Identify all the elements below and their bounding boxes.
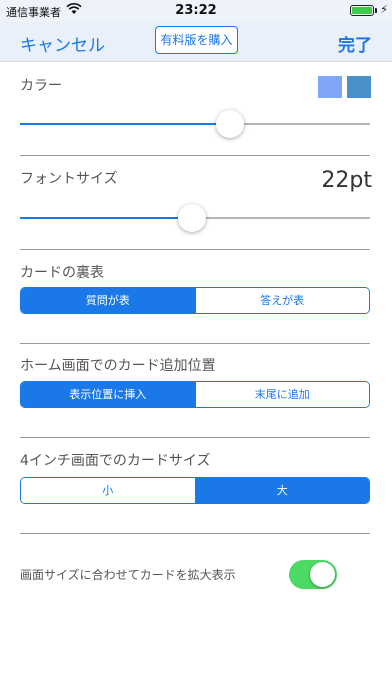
status-bar: 通信事業者 23:22 ⚡: [0, 0, 392, 22]
color-slider-fill: [20, 123, 230, 125]
navigation-bar: キャンセル 有料版を購入 完了: [0, 22, 392, 62]
color-slider-thumb[interactable]: [216, 110, 244, 138]
font-size-label: フォントサイズ: [20, 171, 118, 187]
toggle-knob: [310, 562, 335, 587]
home-add-position-segmented-control[interactable]: 表示位置に挿入 末尾に追加: [20, 381, 370, 408]
segment-large[interactable]: 大: [194, 478, 369, 503]
done-button[interactable]: 完了: [338, 31, 372, 56]
segment-add-to-end[interactable]: 末尾に追加: [194, 382, 369, 407]
divider: [20, 155, 370, 156]
font-size-slider[interactable]: [20, 204, 370, 232]
four-inch-card-size-label: 4インチ画面でのカードサイズ: [20, 453, 211, 469]
font-size-slider-fill: [20, 217, 192, 219]
divider: [20, 343, 370, 344]
segment-question-front[interactable]: 質問が表: [21, 288, 195, 313]
divider: [20, 249, 370, 250]
color-label: カラー: [20, 78, 62, 94]
segment-insert-at-position[interactable]: 表示位置に挿入: [21, 382, 195, 407]
scale-to-screen-label: 画面サイズに合わせてカードを拡大表示: [20, 568, 236, 582]
card-back-segmented-control[interactable]: 質問が表 答えが表: [20, 287, 370, 314]
battery-tip: [375, 8, 377, 13]
home-add-position-label: ホーム画面でのカード追加位置: [20, 358, 216, 374]
cancel-button[interactable]: キャンセル: [20, 31, 105, 56]
font-size-slider-thumb[interactable]: [177, 204, 206, 232]
scale-to-screen-toggle[interactable]: [289, 560, 337, 589]
color-swatch-dark[interactable]: [347, 76, 371, 98]
color-slider[interactable]: [20, 110, 370, 138]
four-inch-card-size-segmented-control[interactable]: 小 大: [20, 477, 370, 504]
purchase-full-version-button[interactable]: 有料版を購入: [155, 26, 238, 54]
font-size-value: 22pt: [321, 168, 372, 193]
clock: 23:22: [175, 3, 217, 18]
divider: [20, 437, 370, 438]
color-swatch-light[interactable]: [318, 76, 342, 98]
segment-small[interactable]: 小: [21, 478, 195, 503]
card-back-label: カードの裏表: [20, 265, 104, 281]
divider: [20, 533, 370, 534]
battery-icon: [350, 5, 374, 16]
charging-bolt-icon: ⚡: [380, 3, 388, 16]
segment-answer-front[interactable]: 答えが表: [194, 288, 369, 313]
